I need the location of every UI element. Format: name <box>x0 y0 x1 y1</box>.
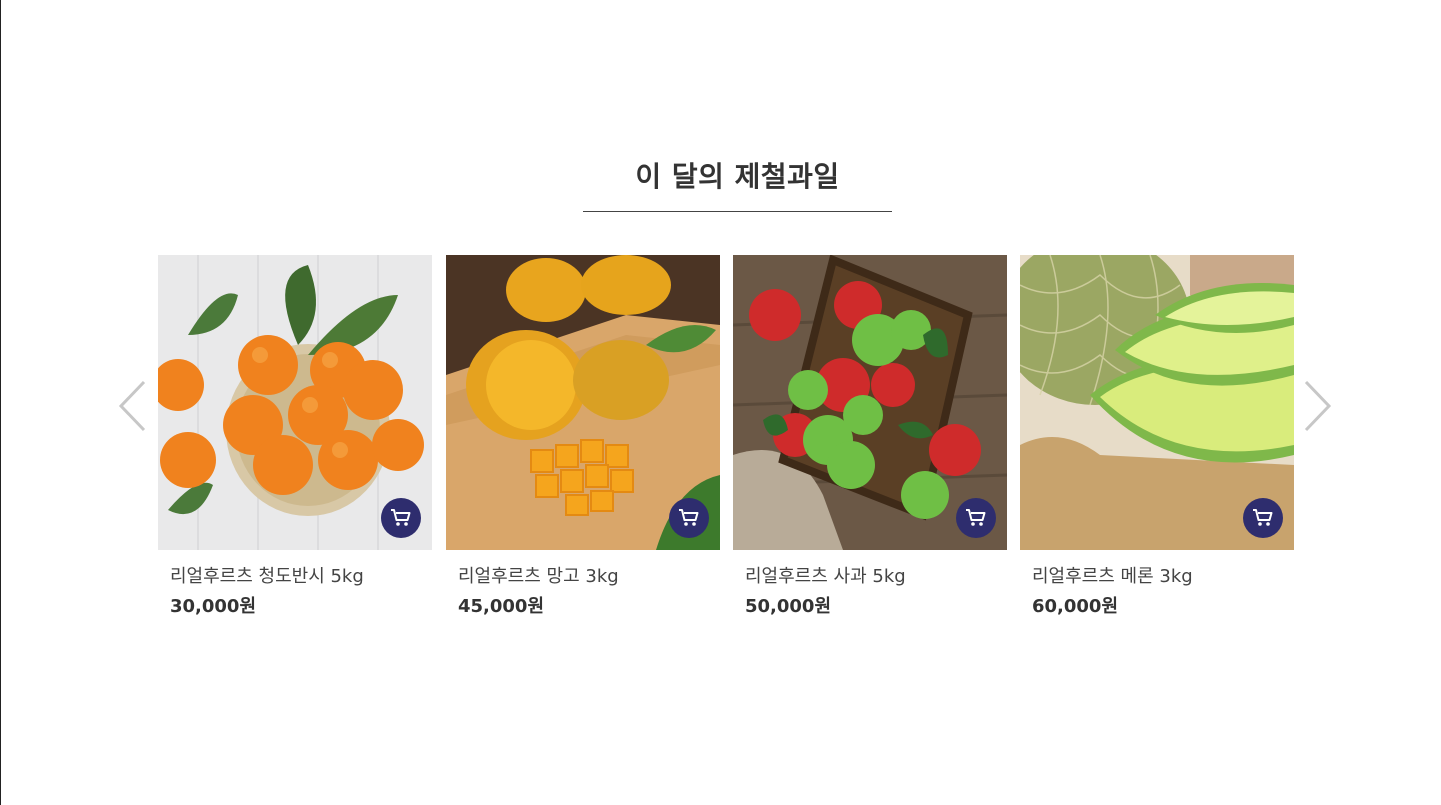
product-price: 45,000원 <box>458 596 545 617</box>
add-to-cart-button[interactable] <box>381 498 421 538</box>
cart-icon <box>391 509 411 526</box>
product-card[interactable]: 리얼후르츠 청도반시 5kg 30,000원 <box>158 255 432 618</box>
product-card[interactable]: 리얼후르츠 망고 3kg 45,000원 <box>446 255 720 618</box>
product-price: 30,000원 <box>170 596 257 617</box>
product-image-persimmon[interactable] <box>158 255 432 550</box>
cart-icon <box>679 509 699 526</box>
chevron-right-icon <box>1304 380 1332 432</box>
add-to-cart-button[interactable] <box>956 498 996 538</box>
product-name[interactable]: 리얼후르츠 청도반시 5kg <box>170 566 432 588</box>
product-card[interactable]: 리얼후르츠 메론 3kg 60,000원 <box>1020 255 1294 618</box>
product-name[interactable]: 리얼후르츠 메론 3kg <box>1032 566 1294 588</box>
product-price: 60,000원 <box>1032 596 1119 617</box>
product-name[interactable]: 리얼후르츠 망고 3kg <box>458 566 720 588</box>
chevron-left-icon <box>118 380 146 432</box>
product-card[interactable]: 리얼후르츠 사과 5kg 50,000원 <box>733 255 1007 618</box>
product-image-melon[interactable] <box>1020 255 1294 550</box>
add-to-cart-button[interactable] <box>1243 498 1283 538</box>
product-image-apple[interactable] <box>733 255 1007 550</box>
carousel-next-button[interactable] <box>1298 376 1338 436</box>
product-name[interactable]: 리얼후르츠 사과 5kg <box>745 566 1007 588</box>
section-title: 이 달의 제철과일 <box>583 155 892 213</box>
product-image-mango[interactable] <box>446 255 720 550</box>
cart-icon <box>966 509 986 526</box>
cart-icon <box>1253 509 1273 526</box>
carousel-prev-button[interactable] <box>111 376 151 436</box>
product-price: 50,000원 <box>745 596 832 617</box>
add-to-cart-button[interactable] <box>669 498 709 538</box>
